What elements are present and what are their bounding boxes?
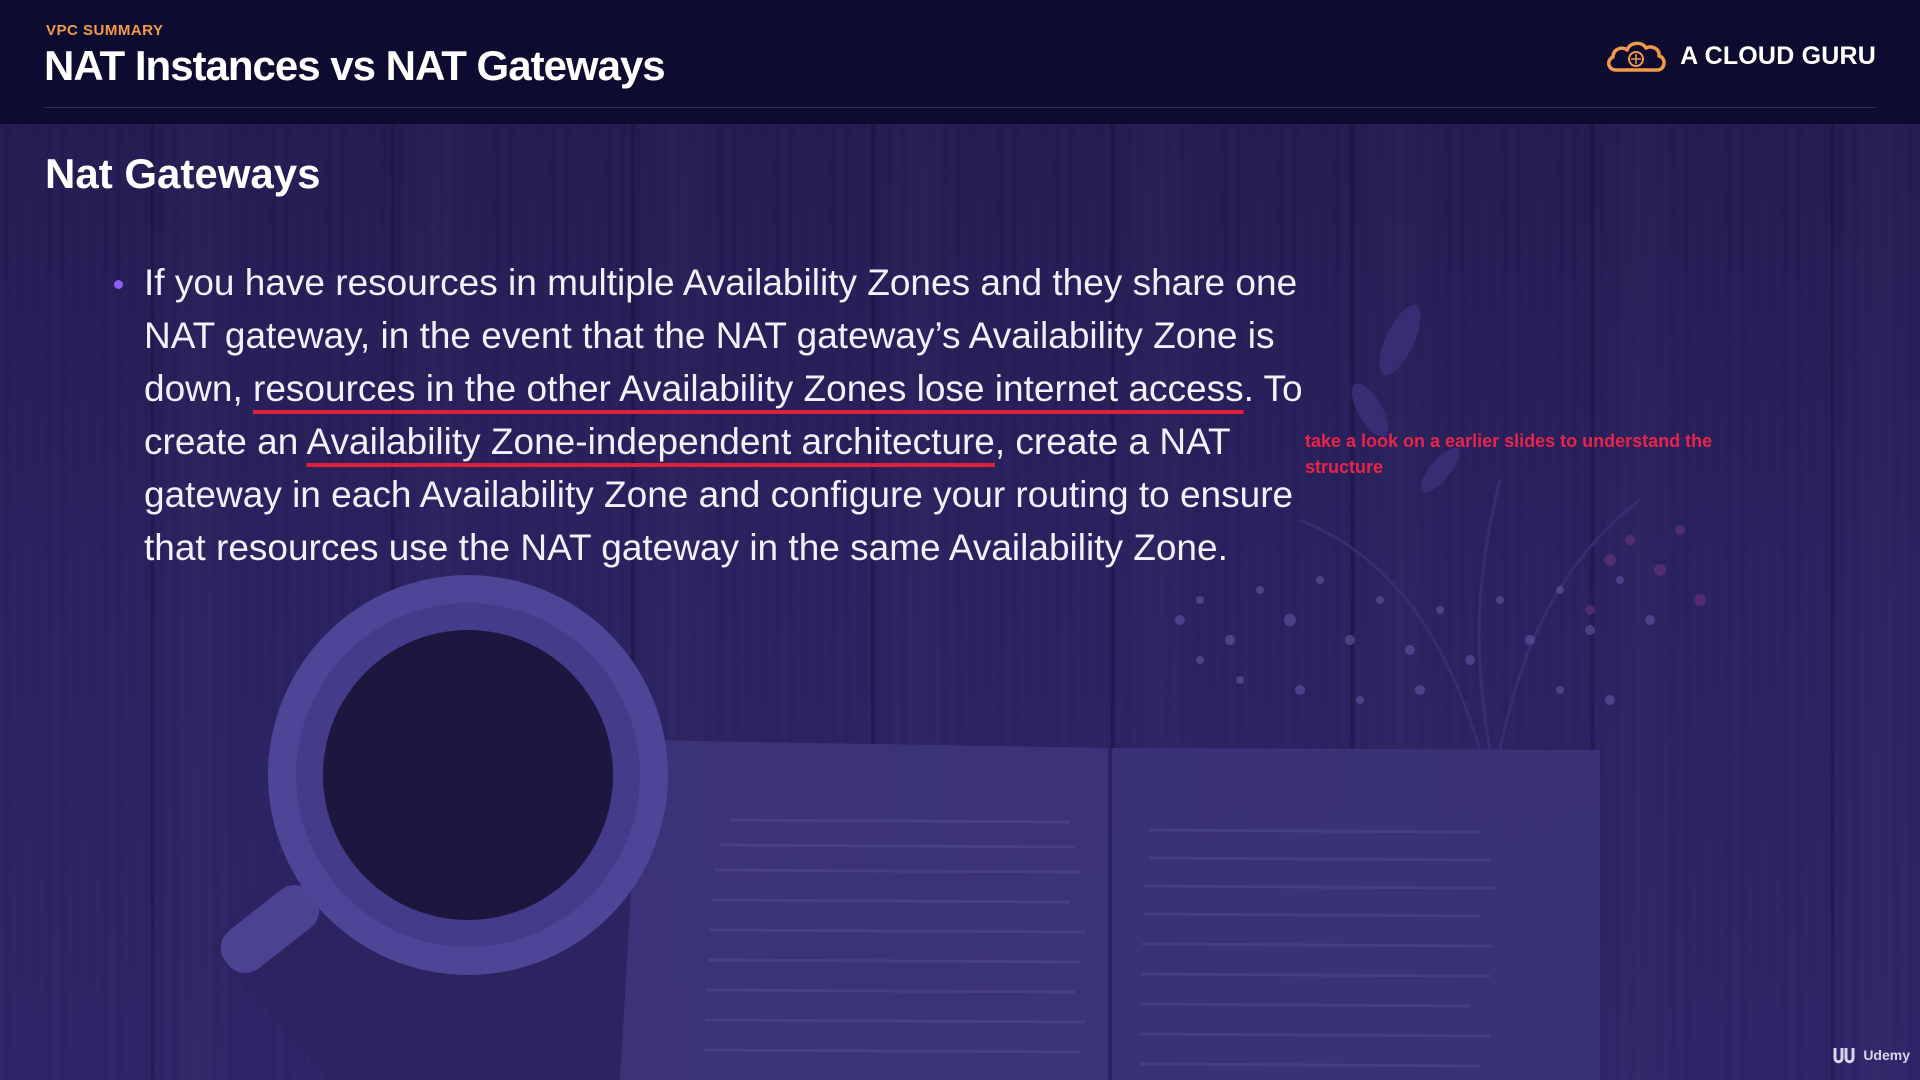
udemy-logo-icon — [1833, 1048, 1855, 1064]
header-bar: VPC SUMMARY NAT Instances vs NAT Gateway… — [0, 0, 1920, 124]
brand: A CLOUD GURU — [1604, 36, 1876, 76]
bullet-text: If you have resources in multiple Availa… — [144, 256, 1334, 574]
underlined-phrase-internet-access: resources in the other Availability Zone… — [253, 368, 1244, 409]
bullet-dot — [114, 280, 123, 289]
brand-name: A CLOUD GURU — [1680, 41, 1876, 70]
cloud-logo-icon — [1607, 41, 1666, 72]
red-annotation-note: take a look on a earlier slides to under… — [1305, 431, 1713, 477]
slide: VPC SUMMARY NAT Instances vs NAT Gateway… — [0, 0, 1920, 1080]
udemy-label: Udemy — [1863, 1047, 1910, 1063]
section-heading: Nat Gateways — [45, 150, 321, 197]
underlined-phrase-az-independent: Availability Zone-independent architectu… — [306, 421, 995, 462]
udemy-watermark: Udemy — [1832, 1044, 1910, 1066]
slide-title: NAT Instances vs NAT Gateways — [44, 42, 666, 89]
section-eyebrow: VPC SUMMARY — [46, 22, 164, 39]
header-divider — [44, 107, 1876, 108]
